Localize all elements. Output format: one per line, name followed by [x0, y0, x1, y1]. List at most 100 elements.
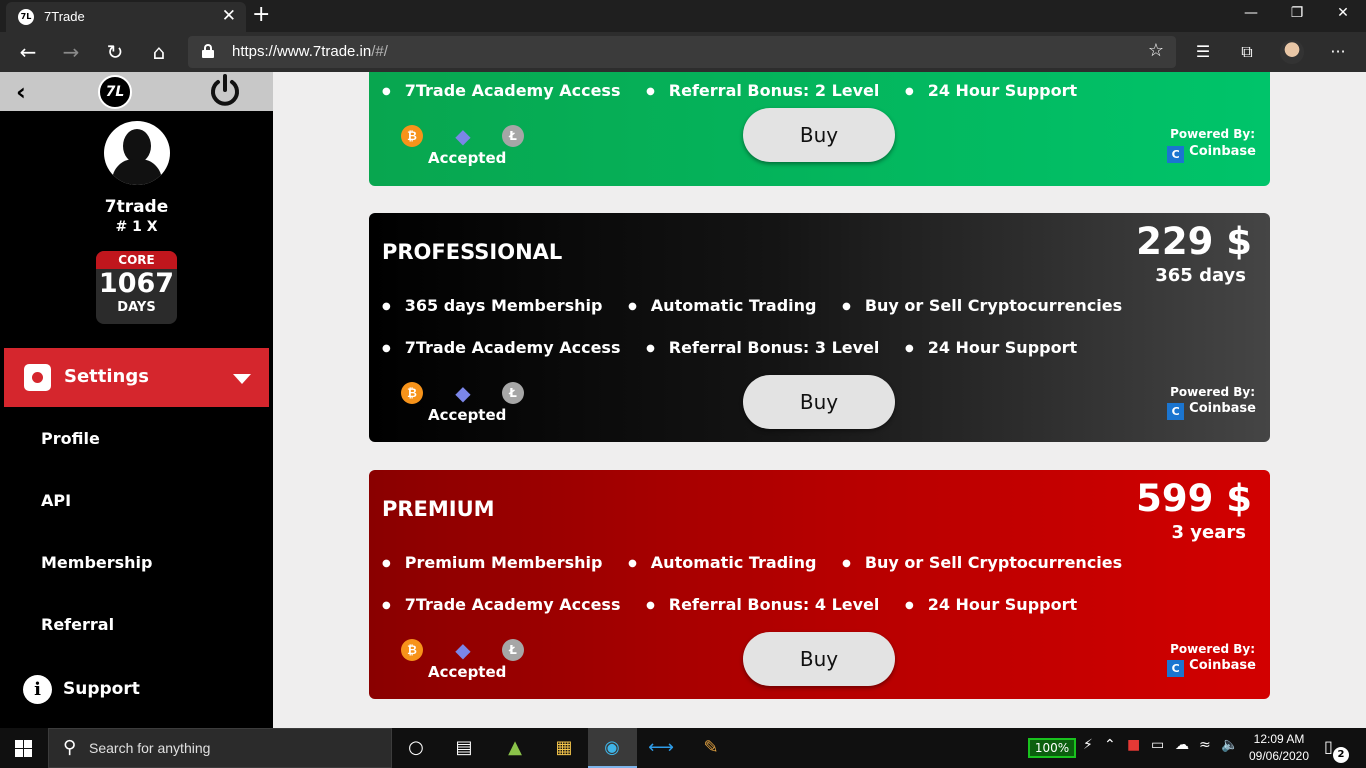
gear-icon	[24, 364, 51, 391]
powered-by-label: Powered By:	[1170, 127, 1255, 141]
settings-menu-toggle[interactable]: Settings	[4, 348, 269, 407]
taskbar-search[interactable]: ⚲ Search for anything	[48, 728, 392, 768]
forward-icon[interactable]: →	[56, 37, 86, 67]
username: 7trade	[104, 197, 169, 217]
file-explorer-icon[interactable]: ▦	[550, 734, 578, 762]
powered-by-label: Powered By:	[1170, 642, 1255, 656]
sidebar-item-referral[interactable]: Referral	[41, 615, 114, 634]
bitcoin-icon: ₿	[401, 125, 423, 147]
home-icon[interactable]: ⌂	[144, 37, 174, 67]
new-tab-button[interactable]: +	[252, 3, 270, 27]
sidebar-item-profile[interactable]: Profile	[41, 429, 100, 448]
litecoin-icon: Ł	[502, 382, 524, 404]
feature-item: Referral Bonus: 3 Level	[646, 338, 880, 357]
bitcoin-icon: ₿	[401, 639, 423, 661]
plan-features-row-2: 7Trade Academy Access Referral Bonus: 2 …	[382, 81, 1097, 100]
restore-button[interactable]: ❐	[1274, 0, 1320, 32]
plan-name: PREMIUM	[382, 497, 495, 521]
ethereum-icon: ◆	[455, 381, 471, 405]
feature-item: 7Trade Academy Access	[382, 81, 621, 100]
battery-tray-icon[interactable]: ▭	[1151, 737, 1164, 753]
cortana-icon[interactable]: ○	[402, 734, 430, 762]
back-icon[interactable]: ←	[13, 37, 43, 67]
tab-favicon-icon: 7L	[18, 9, 34, 25]
windows-start-icon[interactable]	[15, 740, 33, 757]
edge-browser-icon: ◉	[604, 737, 620, 758]
favorite-star-icon[interactable]: ☆	[1148, 40, 1164, 61]
litecoin-icon: Ł	[502, 125, 524, 147]
profile-avatar[interactable]	[1280, 40, 1304, 64]
buy-button-basic[interactable]: Buy	[743, 108, 895, 162]
sidebar-item-support[interactable]: Support	[63, 679, 140, 699]
buy-button-premium[interactable]: Buy	[743, 632, 895, 686]
sidebar: ‹ 7L 7trade # 1 X CORE 1067 DAYS Setting…	[0, 72, 273, 728]
plan-name: PROFESSIONAL	[382, 240, 563, 264]
ethereum-icon: ◆	[455, 124, 471, 148]
taskbar: ⚲ Search for anything ○ ▤ ▲ ▦ ◉ ⟷ ✎ 100%…	[0, 728, 1366, 768]
browser-toolbar: ← → ↻ ⌂ https://www.7trade.in/#/ ☆ ☰ ⧉ ·…	[0, 32, 1366, 72]
android-studio-icon[interactable]: ▲	[501, 734, 529, 762]
logo[interactable]: 7L	[98, 75, 132, 109]
chevron-up-icon[interactable]: ⌃	[1104, 737, 1116, 753]
feature-item: Buy or Sell Cryptocurrencies	[842, 296, 1122, 315]
collapse-chevron-icon[interactable]: ‹	[16, 78, 26, 106]
task-view-icon[interactable]: ▤	[450, 734, 478, 762]
feature-item: 24 Hour Support	[905, 338, 1077, 357]
plan-price: 229 $	[1136, 220, 1252, 263]
sidebar-item-membership[interactable]: Membership	[41, 553, 153, 572]
wifi-icon[interactable]: ≈	[1199, 737, 1211, 753]
vscode-icon[interactable]: ⟷	[647, 734, 675, 762]
more-menu-icon[interactable]: ···	[1323, 37, 1353, 67]
accepted-label: Accepted	[428, 149, 507, 167]
url-text: https://www.7trade.in/#/	[232, 43, 388, 60]
search-placeholder: Search for anything	[89, 740, 211, 756]
user-avatar[interactable]	[104, 121, 170, 185]
feature-item: 7Trade Academy Access	[382, 595, 621, 614]
feature-item: 24 Hour Support	[905, 595, 1077, 614]
plan-duration: 3 years	[1171, 522, 1246, 543]
address-bar[interactable]: https://www.7trade.in/#/ ☆	[188, 36, 1176, 68]
feature-item: 7Trade Academy Access	[382, 338, 621, 357]
info-icon: i	[23, 675, 52, 704]
paint-icon[interactable]: ✎	[697, 734, 725, 762]
power-icon[interactable]	[209, 74, 241, 108]
powered-by-label: Powered By:	[1170, 385, 1255, 399]
battery-indicator[interactable]: 100%	[1028, 738, 1076, 758]
badge-days-value: 1067	[98, 268, 175, 299]
coinbase-label: C Coinbase	[1167, 401, 1256, 420]
page-content: ‹ 7L 7trade # 1 X CORE 1067 DAYS Setting…	[0, 72, 1366, 728]
feature-item: Buy or Sell Cryptocurrencies	[842, 553, 1122, 572]
filezilla-icon[interactable]: ■	[1127, 737, 1140, 753]
coinbase-icon: C	[1167, 403, 1185, 420]
favorites-icon[interactable]: ☰	[1188, 37, 1218, 67]
feature-item: Premium Membership	[382, 553, 603, 572]
ethereum-icon: ◆	[455, 638, 471, 662]
feature-item: Referral Bonus: 2 Level	[646, 81, 880, 100]
buy-button-professional[interactable]: Buy	[743, 375, 895, 429]
volume-icon[interactable]: 🔈	[1221, 737, 1238, 753]
close-window-button[interactable]: ✕	[1320, 0, 1366, 32]
browser-tab[interactable]: 7L 7Trade ✕	[6, 2, 246, 32]
plug-icon[interactable]: ⚡	[1083, 737, 1093, 753]
coinbase-label: C Coinbase	[1167, 658, 1256, 677]
sidebar-item-api[interactable]: API	[41, 491, 71, 510]
onedrive-icon[interactable]: ☁	[1175, 737, 1189, 753]
badge-unit: DAYS	[117, 300, 156, 315]
notifications-icon[interactable]: ▯	[1324, 737, 1333, 756]
refresh-icon[interactable]: ↻	[100, 37, 130, 67]
feature-item: 365 days Membership	[382, 296, 603, 315]
badge-label: CORE	[96, 251, 177, 269]
plan-card-premium: PREMIUM 599 $ 3 years Premium Membership…	[369, 470, 1270, 699]
collections-icon[interactable]: ⧉	[1232, 37, 1262, 67]
coinbase-icon: C	[1167, 146, 1185, 163]
coinbase-label: C Coinbase	[1167, 144, 1256, 163]
coinbase-icon: C	[1167, 660, 1185, 677]
feature-item: Referral Bonus: 4 Level	[646, 595, 880, 614]
tab-title: 7Trade	[44, 9, 85, 24]
edge-taskbar-active[interactable]: ◉	[588, 728, 637, 768]
plan-features-row-1: 365 days Membership Automatic Trading Bu…	[382, 296, 1142, 315]
system-clock[interactable]: 12:09 AM 09/06/2020	[1238, 731, 1320, 765]
minimize-button[interactable]: —	[1228, 0, 1274, 32]
plan-features-row-1: Premium Membership Automatic Trading Buy…	[382, 553, 1142, 572]
tab-close-icon[interactable]: ✕	[222, 7, 236, 25]
